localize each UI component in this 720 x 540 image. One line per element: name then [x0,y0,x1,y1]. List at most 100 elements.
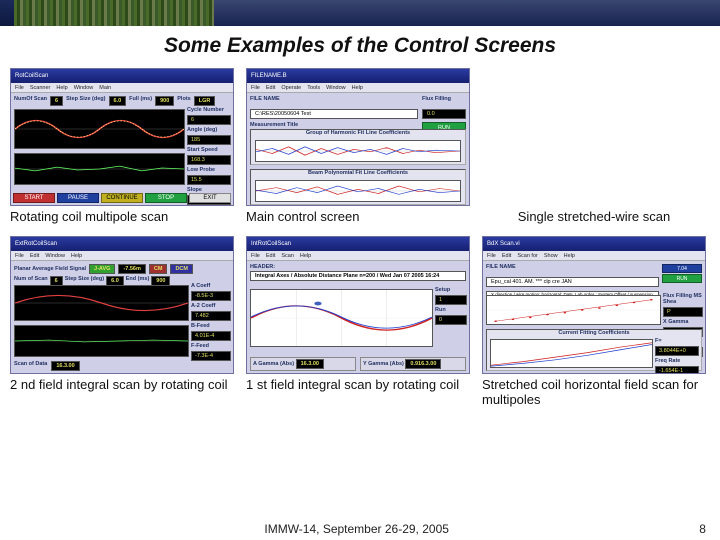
label: FILE NAME [250,96,418,102]
window-title: ExtRotCoilScan [15,241,57,247]
menu-item[interactable]: Edit [502,253,511,259]
menu-item[interactable]: Help [352,85,363,91]
header-fields: NumOf Scan6 Step Size (deg)6.0 Full (ms)… [14,96,230,106]
button-row: START PAUSE CONTINUE STOP EXIT [13,193,231,203]
menu-item[interactable]: File [251,85,260,91]
value: 15.5 [187,175,231,185]
menu-item[interactable]: Window [74,85,94,91]
titlebar: BdX Scan.vi [483,237,705,251]
menu-item[interactable]: Window [45,253,65,259]
filename-field[interactable]: Epu_cal 401. AM. *** clp cre JAN [486,277,659,287]
menu-item[interactable]: Main [99,85,111,91]
label: Flux Filling [422,96,466,102]
window-title: RotCoilScan [15,73,48,79]
chip: CM [149,264,168,274]
menu-item[interactable]: Show [544,253,558,259]
exit-button[interactable]: EXIT [189,193,231,203]
label: B-Feed [191,323,231,329]
side-values: Setup1 Run0 [435,287,467,325]
pause-button[interactable]: PAUSE [57,193,99,203]
label: Step Size (deg) [66,96,105,106]
menu-item[interactable]: Scan for [517,253,537,259]
value: 168.3 [187,155,231,165]
label: FILE NAME [486,264,659,270]
titlebar: IntRotCoilScan [247,237,469,251]
label: Setup [435,287,467,293]
caption-r1c2: Main control screen [246,210,470,232]
menu-item[interactable]: Scan [281,253,294,259]
slide-title: Some Examples of the Control Screens [0,34,720,58]
caption-r2c2: 1 st field integral scan by rotating coi… [246,378,470,406]
menu-item[interactable]: Edit [266,85,275,91]
plot-residual2 [14,325,189,357]
menu-item[interactable]: File [251,253,260,259]
panel-grid: RotCoilScan File Scanner Help Window Mai… [0,68,720,406]
filename-field[interactable]: C:\RES\20050604 Test [250,109,418,119]
value[interactable]: 6 [50,96,63,106]
value[interactable]: LGR [194,96,216,106]
label: Plots [177,96,190,106]
menu-item[interactable]: Help [56,85,67,91]
decor-photo [14,0,214,26]
menu-item[interactable]: Operate [281,85,301,91]
run-button[interactable]: RUN [662,274,702,283]
label: F-Feed [191,343,231,349]
menu-item[interactable]: File [15,85,24,91]
stop-button[interactable]: STOP [145,193,187,203]
bottom-bar: Scan of Data 16.3.00 [14,361,230,371]
spacer [482,68,706,206]
header: HEADER: Integral Axes / Absolute Distanc… [250,264,466,281]
value: 3.8044E+0 [655,346,699,356]
value: -7.56m [118,264,145,274]
window-title: FILENAME.B [251,73,287,79]
menu-item[interactable]: Edit [266,253,275,259]
titlebar: FILENAME.B [247,69,469,83]
menu-item[interactable]: Edit [30,253,39,259]
mode-button[interactable]: 7.04 [662,264,702,273]
menu-item[interactable]: Scanner [30,85,51,91]
caption-r2c3: Stretched coil horizontal field scan for… [482,378,706,406]
label: Run [435,307,467,313]
plot-field-signal [14,285,189,321]
chart-title: Current Fitting Coefficients [487,330,701,336]
value: -1.654E-1 [655,366,699,374]
plot-poly [255,180,461,202]
label: Freq Rate [655,358,699,364]
menu-item[interactable]: Tools [307,85,320,91]
value[interactable]: 0.0 [422,109,466,119]
menu-item[interactable]: Help [300,253,311,259]
chart-title: Beam Polynomial Fit Line Coefficients [251,170,465,176]
value: 185 [187,135,231,145]
label: Y Gamma (Abs) [363,361,404,367]
label: Angle (deg) [187,127,231,133]
value[interactable]: 900 [155,96,174,106]
fitcoef-strip: Current Fitting Coefficients F=3.8044E+0… [486,329,702,371]
value: 16.3.00 [296,359,324,369]
menubar: File Edit Window Help [11,251,233,261]
menu-item[interactable]: Help [564,253,575,259]
label: Low Probe [187,167,231,173]
window-title: BdX Scan.vi [487,241,520,247]
value: -7.3E-4 [191,351,231,361]
harmonic-chart-strip: Group of Harmonic Fit Line Coefficients [250,129,466,165]
titlebar: RotCoilScan [11,69,233,83]
label: Start Speed [187,147,231,153]
menu-item[interactable]: Window [326,85,346,91]
continue-button[interactable]: CONTINUE [101,193,143,203]
menu-item[interactable]: Help [71,253,82,259]
panel-main-control: FILENAME.B File Edit Operate Tools Windo… [246,68,470,206]
caption-r1c1: Rotating coil multipole scan [10,210,234,232]
value: 1 [435,295,467,305]
value[interactable]: 6.0 [109,96,127,106]
start-button[interactable]: START [13,193,55,203]
menubar: File Edit Operate Tools Window Help [247,83,469,93]
label: HEADER: [250,264,275,270]
plot-integral [250,289,433,347]
side-values: A Coeff-8.5E-3 A-2 Coeff7.482 B-Feed4.01… [191,283,231,361]
label: Planar Average Field Signal [14,266,86,272]
footer-center: IMMW-14, September 26-29, 2005 [264,522,449,536]
label: X Gamma [663,319,703,325]
menu-item[interactable]: File [487,253,496,259]
plot-residual [14,153,185,185]
menu-item[interactable]: File [15,253,24,259]
